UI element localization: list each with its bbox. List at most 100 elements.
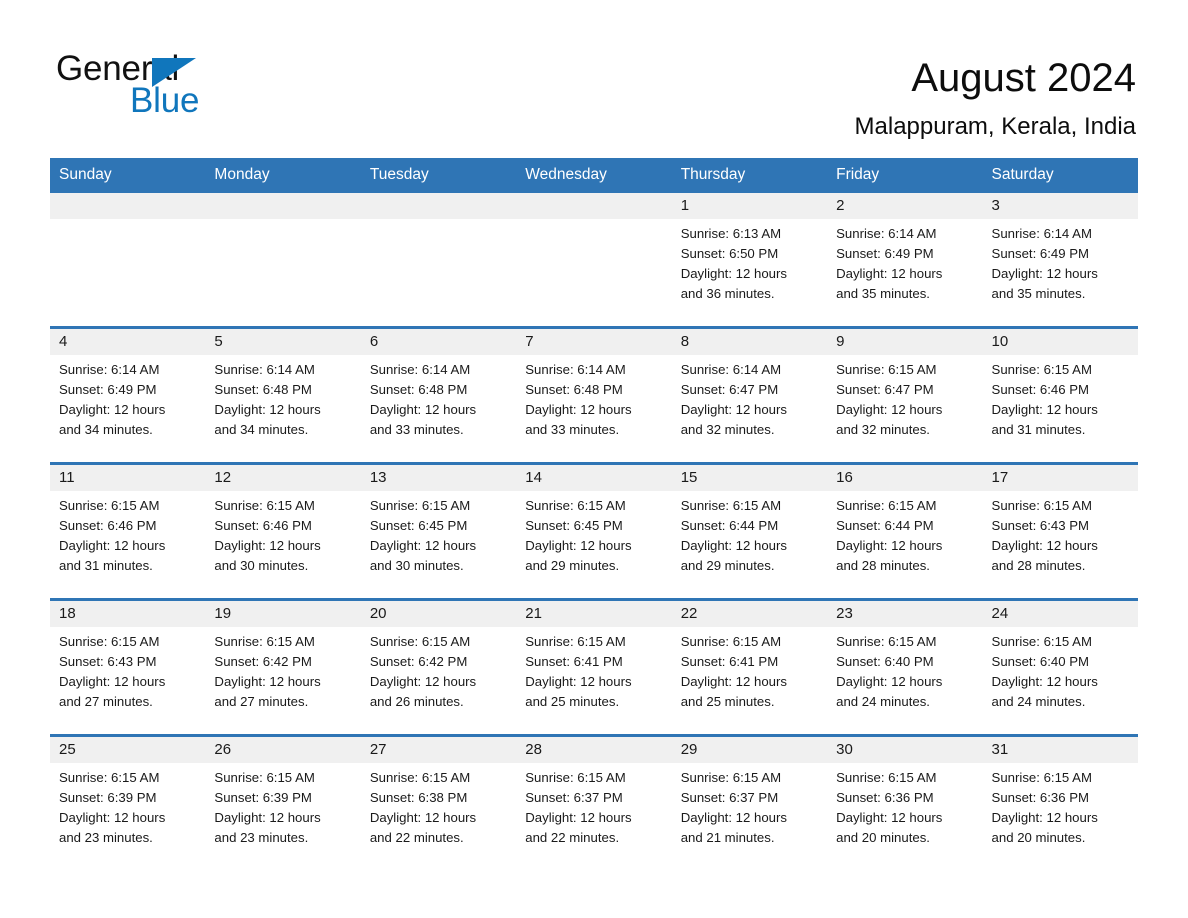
sunrise-text: Sunrise: 6:15 AM (680, 634, 782, 649)
day-number: 21 (516, 601, 672, 627)
day-number: 15 (671, 465, 828, 491)
day-number: 31 (982, 737, 1138, 763)
calendar-page: General Blue August 2024 Malappuram, Ker… (0, 0, 1188, 918)
day-details: Sunrise: 6:15 AM Sunset: 6:36 PM Daylight:… (983, 763, 1138, 848)
daylight-text-line1: Daylight: 12 hours (991, 402, 1098, 417)
title-block: August 2024 Malappuram, Kerala, India (256, 50, 1136, 144)
calendar-week-row: 18 Sunrise: 6:15 AM Sunset: 6:43 PM Dayligh… (50, 598, 1138, 734)
calendar-week-row: 25 Sunrise: 6:15 AM Sunset: 6:39 PM Dayligh… (50, 734, 1138, 870)
day-cell: 30 Sunrise: 6:15 AM Sunset: 6:36 PM Dayligh… (827, 737, 983, 870)
sunrise-text: Sunrise: 6:14 AM (214, 362, 315, 377)
day-cell: 2 Sunrise: 6:14 AM Sunset: 6:49 PM Daylight… (827, 193, 983, 326)
day-cell: 13 Sunrise: 6:15 AM Sunset: 6:45 PM Dayligh… (360, 465, 517, 598)
sunset-text: Sunset: 6:40 PM (836, 654, 934, 669)
sunrise-text: Sunrise: 6:14 AM (369, 362, 471, 377)
general-blue-logo[interactable]: General Blue (56, 50, 256, 130)
sunrise-text: Sunrise: 6:15 AM (836, 498, 937, 513)
day-details: Sunrise: 6:15 AM Sunset: 6:36 PM Daylight:… (827, 763, 982, 848)
daylight-text-line2: and 29 minutes. (680, 558, 775, 573)
weekday-header-monday: Monday (214, 166, 270, 183)
day-number: 18 (50, 601, 206, 627)
sunrise-text: Sunrise: 6:15 AM (369, 770, 471, 785)
sunset-text: Sunset: 6:49 PM (991, 246, 1090, 261)
daylight-text-line2: and 36 minutes. (680, 286, 775, 301)
daylight-text-line2: and 34 minutes. (59, 422, 153, 437)
day-number: 6 (360, 329, 517, 355)
day-number: 1 (671, 193, 828, 219)
daylight-text-line2: and 30 minutes. (369, 558, 464, 573)
daylight-text-line2: and 20 minutes. (991, 830, 1086, 845)
weekday-header-saturday: Saturday (991, 166, 1054, 183)
sunset-text: Sunset: 6:44 PM (836, 518, 934, 533)
daylight-text-line1: Daylight: 12 hours (680, 810, 787, 825)
sunset-text: Sunset: 6:50 PM (680, 246, 779, 261)
day-number: 25 (50, 737, 206, 763)
day-details: Sunrise: 6:15 AM Sunset: 6:45 PM Daylight:… (361, 491, 516, 576)
daylight-text-line2: and 23 minutes. (214, 830, 309, 845)
calendar-week-row: 11 Sunrise: 6:15 AM Sunset: 6:46 PM Dayligh… (50, 462, 1138, 598)
daylight-text-line2: and 32 minutes. (836, 422, 930, 437)
day-number: 24 (982, 601, 1138, 627)
daylight-text-line2: and 20 minutes. (836, 830, 930, 845)
sunset-text: Sunset: 6:46 PM (214, 518, 312, 533)
day-cell: 14 Sunrise: 6:15 AM Sunset: 6:45 PM Dayligh… (516, 465, 672, 598)
daylight-text-line1: Daylight: 12 hours (214, 810, 321, 825)
day-details: Sunrise: 6:15 AM Sunset: 6:37 PM Daylight:… (516, 763, 671, 848)
day-details: Sunrise: 6:15 AM Sunset: 6:46 PM Daylight:… (983, 355, 1138, 440)
sunrise-text: Sunrise: 6:15 AM (836, 362, 937, 377)
weekday-header-wednesday: Wednesday (525, 166, 607, 183)
sunset-text: Sunset: 6:39 PM (214, 790, 312, 805)
sunrise-text: Sunrise: 6:15 AM (525, 634, 626, 649)
daylight-text-line2: and 27 minutes. (214, 694, 309, 709)
daylight-text-line1: Daylight: 12 hours (680, 538, 787, 553)
sunset-text: Sunset: 6:37 PM (525, 790, 623, 805)
day-cell: 28 Sunrise: 6:15 AM Sunset: 6:37 PM Dayligh… (516, 737, 672, 870)
day-number: 26 (205, 737, 361, 763)
sunset-text: Sunset: 6:44 PM (680, 518, 779, 533)
day-details: Sunrise: 6:15 AM Sunset: 6:39 PM Daylight:… (50, 763, 205, 848)
day-cell-empty (205, 193, 361, 326)
day-details: Sunrise: 6:14 AM Sunset: 6:49 PM Daylight:… (827, 219, 982, 304)
day-number: 20 (360, 601, 517, 627)
day-details: Sunrise: 6:15 AM Sunset: 6:43 PM Daylight:… (50, 627, 205, 712)
day-details: Sunrise: 6:15 AM Sunset: 6:41 PM Daylight:… (516, 627, 671, 712)
day-cell: 5 Sunrise: 6:14 AM Sunset: 6:48 PM Daylight… (205, 329, 361, 462)
day-number: 4 (50, 329, 206, 355)
sunset-text: Sunset: 6:37 PM (680, 790, 779, 805)
daylight-text-line2: and 24 minutes. (836, 694, 930, 709)
daylight-text-line1: Daylight: 12 hours (525, 402, 632, 417)
calendar-weeks: 1 Sunrise: 6:13 AM Sunset: 6:50 PM Daylight… (50, 193, 1138, 870)
sunrise-text: Sunrise: 6:15 AM (836, 634, 937, 649)
sunrise-text: Sunrise: 6:15 AM (525, 498, 626, 513)
day-number: 11 (50, 465, 206, 491)
daylight-text-line1: Daylight: 12 hours (680, 402, 787, 417)
day-cell: 18 Sunrise: 6:15 AM Sunset: 6:43 PM Dayligh… (50, 601, 206, 734)
day-cell: 23 Sunrise: 6:15 AM Sunset: 6:40 PM Dayligh… (827, 601, 983, 734)
daylight-text-line2: and 33 minutes. (525, 422, 620, 437)
daylight-text-line2: and 35 minutes. (991, 286, 1086, 301)
day-details: Sunrise: 6:14 AM Sunset: 6:48 PM Daylight:… (361, 355, 516, 440)
weekday-header-tuesday: Tuesday (369, 166, 429, 183)
weekday-header-sunday: Sunday (59, 166, 112, 183)
sunset-text: Sunset: 6:36 PM (991, 790, 1090, 805)
sunrise-text: Sunrise: 6:14 AM (680, 362, 782, 377)
day-details: Sunrise: 6:15 AM Sunset: 6:40 PM Daylight:… (983, 627, 1138, 712)
day-number: 7 (516, 329, 672, 355)
day-cell: 3 Sunrise: 6:14 AM Sunset: 6:49 PM Daylight… (982, 193, 1138, 326)
daylight-text-line2: and 31 minutes. (991, 422, 1086, 437)
day-number: 27 (360, 737, 517, 763)
day-cell: 20 Sunrise: 6:15 AM Sunset: 6:42 PM Dayligh… (360, 601, 517, 734)
day-cell: 17 Sunrise: 6:15 AM Sunset: 6:43 PM Dayligh… (982, 465, 1138, 598)
day-cell: 21 Sunrise: 6:15 AM Sunset: 6:41 PM Dayligh… (516, 601, 672, 734)
day-cell-empty (360, 193, 517, 326)
day-number: 10 (982, 329, 1138, 355)
daylight-text-line1: Daylight: 12 hours (369, 810, 477, 825)
daylight-text-line1: Daylight: 12 hours (214, 402, 321, 417)
day-number: 8 (671, 329, 828, 355)
day-number (205, 193, 361, 219)
daylight-text-line2: and 23 minutes. (59, 830, 153, 845)
sunset-text: Sunset: 6:42 PM (214, 654, 312, 669)
sunrise-text: Sunrise: 6:15 AM (836, 770, 937, 785)
sunset-text: Sunset: 6:48 PM (214, 382, 312, 397)
sunset-text: Sunset: 6:39 PM (59, 790, 157, 805)
